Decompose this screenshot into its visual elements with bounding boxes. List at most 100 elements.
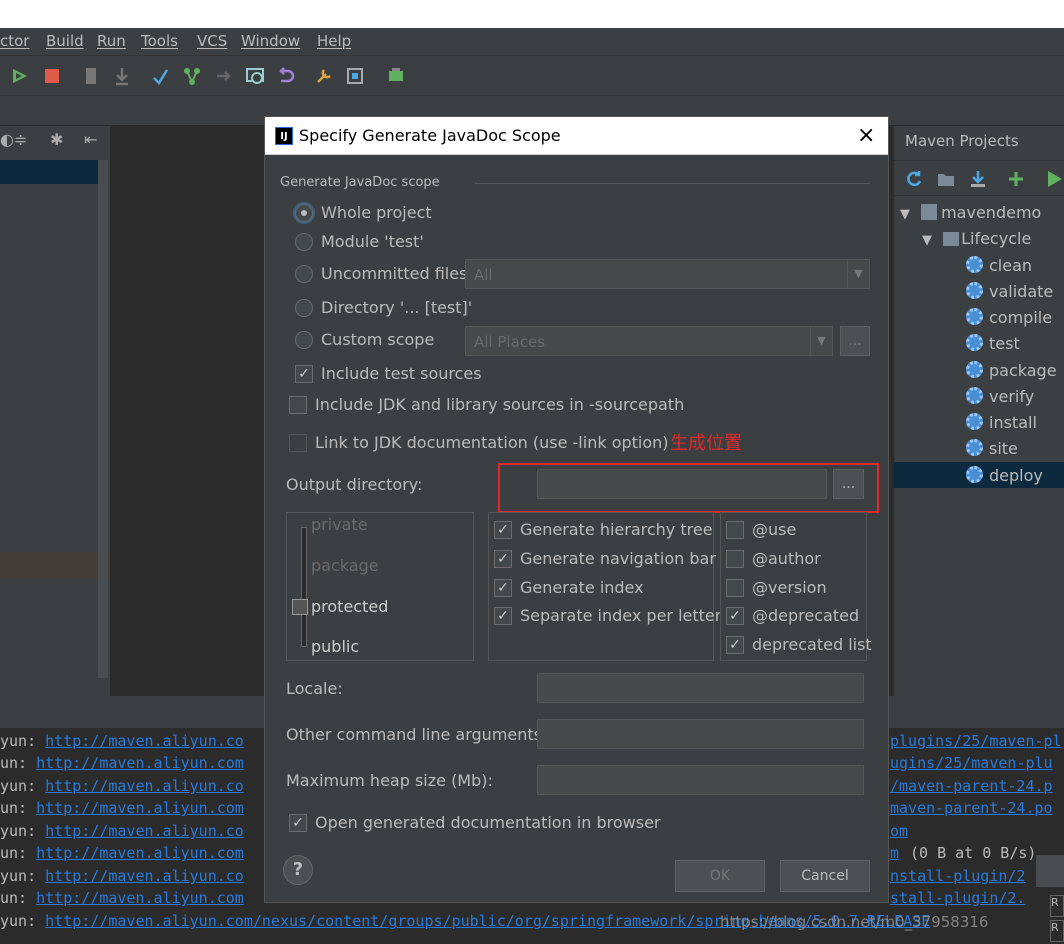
download-icon[interactable] <box>112 66 132 86</box>
lifecycle-item[interactable]: verify <box>966 387 1034 406</box>
visibility-package[interactable]: package <box>311 556 379 575</box>
console-link[interactable]: http://maven.aliyun.co <box>45 777 244 795</box>
gear-icon <box>966 361 983 378</box>
group-divider <box>475 183 870 184</box>
menu-vcs[interactable]: VCS <box>197 32 227 50</box>
console-link[interactable]: http://maven.aliyun.co <box>45 822 244 840</box>
checkbox-index[interactable]: ✓ <box>494 579 512 597</box>
visibility-protected[interactable]: protected <box>311 597 388 616</box>
project-selected-row[interactable] <box>0 160 98 184</box>
menu-refactor[interactable]: ctor <box>0 32 29 50</box>
gear-icon[interactable]: ✱ <box>50 130 63 149</box>
settings-wrench-icon[interactable] <box>314 66 334 86</box>
menu-window[interactable]: Window <box>241 32 300 50</box>
checkbox-version[interactable] <box>726 579 744 597</box>
console-link-tail[interactable]: om <box>890 822 908 844</box>
radio-custom-scope[interactable] <box>295 331 313 349</box>
visibility-public[interactable]: public <box>311 637 359 656</box>
radio-module[interactable] <box>295 233 313 251</box>
console-link[interactable]: http://maven.aliyun.com <box>36 799 244 817</box>
console-link[interactable]: http://maven.aliyun.com <box>36 889 244 907</box>
menu-build[interactable]: Build <box>46 32 84 50</box>
checkbox-include-jdk[interactable] <box>289 396 307 414</box>
other-args-input[interactable] <box>537 719 864 749</box>
project-scrollbar[interactable] <box>98 160 108 678</box>
project-structure-icon[interactable] <box>345 66 365 86</box>
console-side-button-r[interactable]: R <box>1050 920 1064 942</box>
settings-partial-icon[interactable]: ◐ <box>0 130 14 149</box>
visibility-slider-track[interactable] <box>301 527 307 647</box>
checkbox-link-jdk[interactable] <box>289 434 307 452</box>
console-link[interactable]: http://maven.aliyun.com <box>36 754 244 772</box>
generate-sources-icon[interactable] <box>936 169 956 189</box>
lifecycle-item[interactable]: validate <box>966 282 1053 301</box>
refresh-icon[interactable] <box>904 169 924 189</box>
maven-project-node[interactable]: ▼ mavendemo <box>900 203 1041 222</box>
history-icon[interactable] <box>245 66 265 86</box>
stop-icon[interactable] <box>42 66 62 86</box>
collapse-icon[interactable]: ≑ <box>14 130 27 149</box>
checkbox-hierarchy-tree[interactable]: ✓ <box>494 521 512 539</box>
ok-button[interactable]: OK <box>675 860 765 892</box>
radio-uncommitted[interactable] <box>295 265 313 283</box>
download-sources-icon[interactable] <box>968 169 988 189</box>
console-link-tail[interactable]: plugins/25/maven-pl <box>890 732 1062 754</box>
lifecycle-item[interactable]: compile <box>966 308 1052 327</box>
console-link[interactable]: http://maven.aliyun.com <box>36 844 244 862</box>
add-icon[interactable] <box>1006 169 1026 189</box>
hide-icon[interactable]: ⇤ <box>84 130 97 149</box>
console-link-tail[interactable]: /maven-parent-24.p <box>890 777 1053 799</box>
checkbox-navigation-bar[interactable]: ✓ <box>494 550 512 568</box>
console-side-button-r[interactable]: R <box>1050 895 1064 917</box>
build-artifact-icon[interactable] <box>82 66 102 86</box>
locale-input[interactable] <box>537 673 864 703</box>
checkbox-separate-index[interactable]: ✓ <box>494 607 512 625</box>
menu-tools[interactable]: Tools <box>141 32 178 50</box>
console-side-button[interactable] <box>1036 855 1064 887</box>
checkbox-use[interactable] <box>726 521 744 539</box>
lifecycle-item[interactable]: site <box>966 439 1018 458</box>
run-icon[interactable] <box>1044 169 1064 189</box>
expand-arrow-icon[interactable]: ▼ <box>900 207 910 222</box>
menu-help[interactable]: Help <box>317 32 351 50</box>
console-link-tail[interactable]: ugins/25/maven-plu <box>890 754 1053 776</box>
checkbox-include-test[interactable]: ✓ <box>295 365 313 383</box>
console-link-tail[interactable]: m <box>890 844 899 866</box>
sdk-icon[interactable] <box>386 66 406 86</box>
console-link-tail[interactable]: stall-plugin/2. <box>890 889 1025 911</box>
vcs-push-icon[interactable] <box>214 66 234 86</box>
radio-directory[interactable] <box>295 299 313 317</box>
close-icon[interactable]: × <box>857 123 875 148</box>
visibility-slider-thumb[interactable] <box>292 599 308 615</box>
label-navigation-bar: Generate navigation bar <box>520 549 716 568</box>
radio-whole-project[interactable] <box>295 204 313 222</box>
lifecycle-item[interactable]: package <box>966 361 1057 380</box>
checkbox-author[interactable] <box>726 550 744 568</box>
tags-panel: @use @author @version ✓ @deprecated ✓ de… <box>720 512 872 661</box>
console-link[interactable]: http://maven.aliyun.co <box>45 732 244 750</box>
vcs-branch-icon[interactable] <box>182 66 202 86</box>
heap-size-input[interactable] <box>537 765 864 795</box>
maven-lifecycle-node[interactable]: ▼ Lifecycle <box>922 229 1031 248</box>
lifecycle-item[interactable]: install <box>966 413 1037 432</box>
revert-icon[interactable] <box>276 66 296 86</box>
console-link[interactable]: http://maven.aliyun.co <box>45 867 244 885</box>
cancel-button[interactable]: Cancel <box>780 860 870 892</box>
lifecycle-item[interactable]: test <box>966 334 1020 353</box>
checkbox-deprecated-list[interactable]: ✓ <box>726 636 744 654</box>
expand-arrow-icon[interactable]: ▼ <box>922 233 932 248</box>
coverage-icon[interactable] <box>10 66 30 86</box>
lifecycle-item-selected[interactable]: deploy <box>966 466 1043 485</box>
console-link-tail[interactable]: nstall-plugin/2 <box>890 867 1025 889</box>
custom-scope-select[interactable]: All Places ▼ <box>465 326 833 356</box>
vcs-update-icon[interactable] <box>150 66 170 86</box>
console-link-tail[interactable]: maven-parent-24.po <box>890 799 1053 821</box>
visibility-private[interactable]: private <box>311 515 368 534</box>
uncommitted-changelist-select[interactable]: All ▼ <box>465 259 870 289</box>
menu-run[interactable]: Run <box>97 32 126 50</box>
help-button[interactable]: ? <box>283 855 313 885</box>
checkbox-open-browser[interactable]: ✓ <box>289 814 307 832</box>
checkbox-deprecated[interactable]: ✓ <box>726 607 744 625</box>
custom-scope-browse-button[interactable]: ... <box>840 326 870 356</box>
lifecycle-item[interactable]: clean <box>966 256 1032 275</box>
